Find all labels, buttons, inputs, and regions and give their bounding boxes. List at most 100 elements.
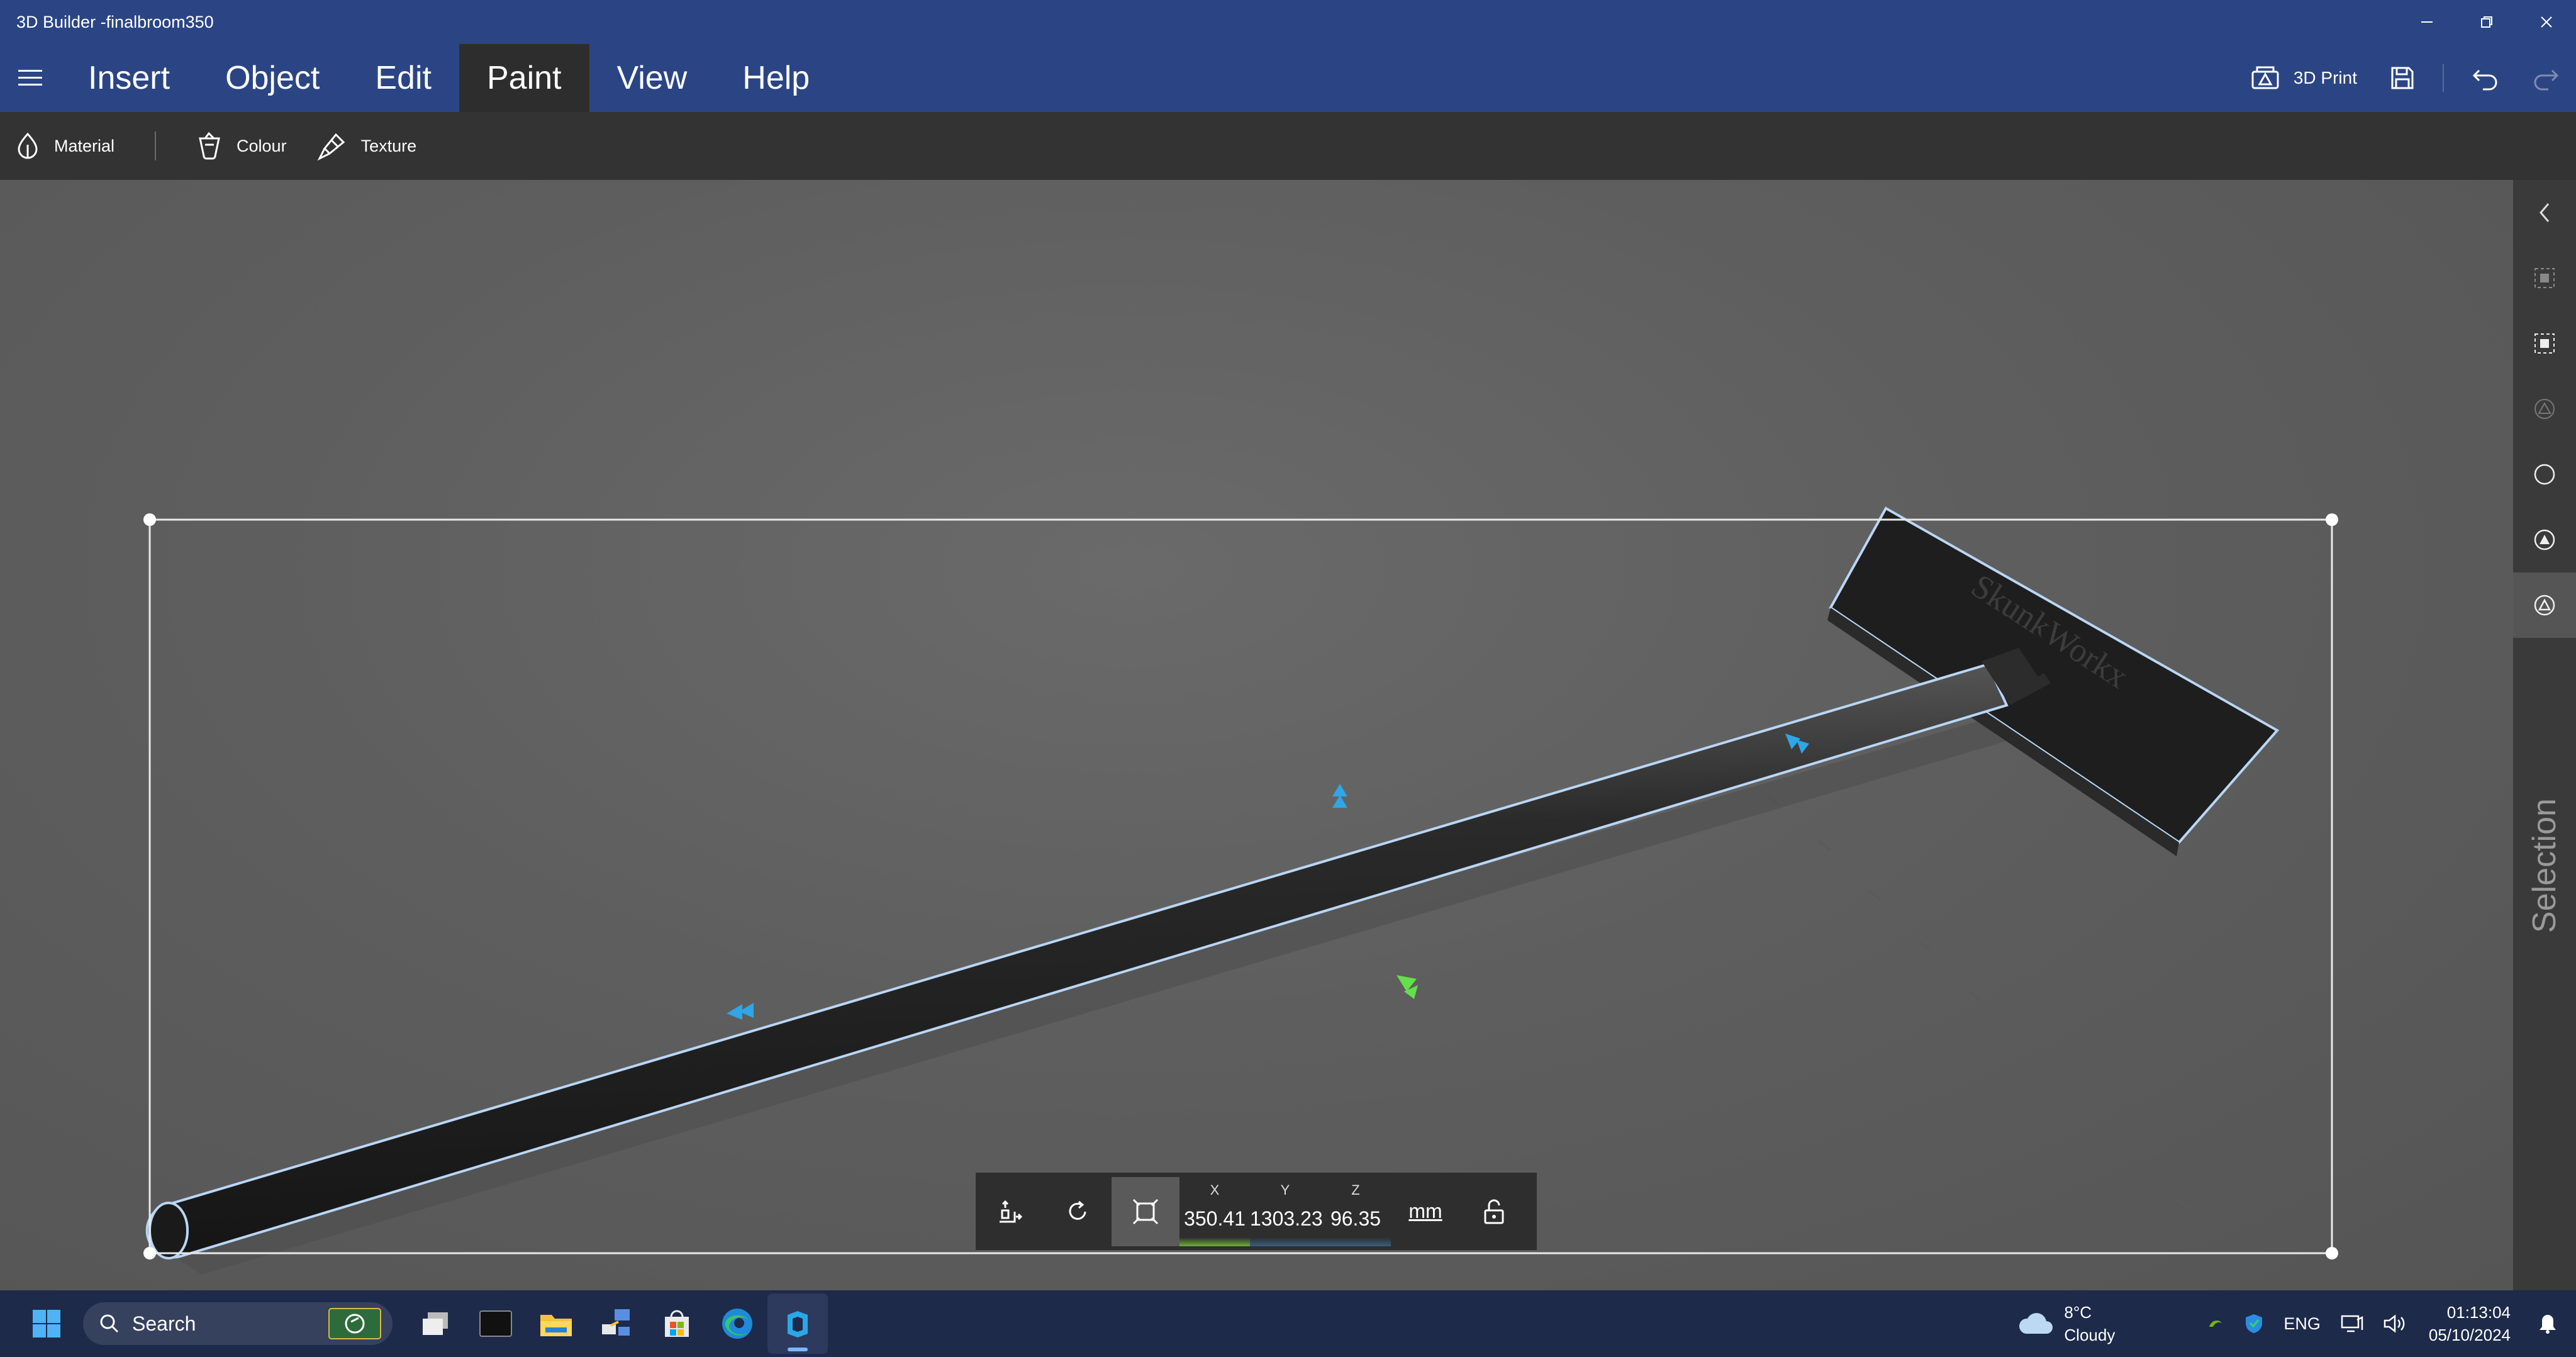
undo-button[interactable] [2455,44,2516,112]
window-controls [2397,0,2576,44]
clock-time: 01:13:04 [2446,1303,2511,1322]
chevron-left-icon[interactable] [2513,180,2576,245]
menu-object[interactable]: Object [198,44,347,112]
material-label: Material [54,136,115,155]
select-circle-icon[interactable] [2513,442,2576,507]
select-face-icon[interactable] [2513,507,2576,572]
3d-builder-taskbar-icon[interactable] [767,1293,828,1354]
network-icon[interactable] [2341,1314,2363,1334]
material-button[interactable]: Material [0,112,130,180]
rotate-gizmo-arrow-1[interactable] [727,1003,754,1020]
network-tool-icon[interactable] [586,1293,647,1354]
search-placeholder: Search [132,1312,196,1335]
scene-canvas[interactable]: SkunkWorkx [0,180,2513,1290]
notification-bell-icon[interactable] [2538,1313,2557,1334]
menu-help[interactable]: Help [715,44,837,112]
language-indicator[interactable]: ENG [2283,1314,2321,1334]
taskbar-search[interactable]: Search [83,1302,393,1345]
security-shield-icon[interactable] [2244,1313,2263,1334]
task-view-icon[interactable] [405,1293,466,1354]
search-icon [100,1314,119,1333]
selection-handle-bottom-right[interactable] [2326,1247,2338,1259]
dimension-x[interactable]: X 350.41 [1179,1177,1250,1246]
terminal-icon[interactable] [466,1293,526,1354]
dimension-x-bar [1179,1237,1250,1246]
menu-bar: Insert Object Edit Paint View Help 3D Pr… [0,44,2576,112]
title-bar: 3D Builder -finalbroom350 [0,0,2576,44]
menu-insert[interactable]: Insert [60,44,198,112]
select-triangle-icon[interactable] [2513,572,2576,638]
search-highlight-icon [328,1308,381,1339]
dimension-y-label: Y [1280,1181,1290,1198]
dimension-x-value[interactable]: 350.41 [1179,1207,1250,1231]
system-clock[interactable]: 01:13:04 05/10/2024 [2429,1301,2511,1346]
save-icon [2391,67,2414,89]
rotate-icon[interactable] [1044,1177,1112,1246]
volume-icon[interactable] [2384,1314,2406,1334]
selection-handle-top-left[interactable] [143,513,156,526]
save-button[interactable] [2373,44,2431,112]
dimension-y-value[interactable]: 1303.23 [1250,1207,1323,1231]
select-object-icon[interactable] [2513,245,2576,311]
restore-icon[interactable] [2456,0,2516,44]
paint-toolbar: Material Colour Texture [0,112,2576,180]
brush-icon [317,133,345,161]
rotate-gizmo-arrow-2[interactable] [1332,784,1347,808]
edge-icon[interactable] [707,1293,767,1354]
redo-button[interactable] [2516,44,2576,112]
rotate-gizmo-arrow-4[interactable] [1397,975,1418,999]
selection-side-panel: Selection [2513,180,2576,1290]
printer-icon [2251,66,2279,89]
3d-print-button[interactable]: 3D Print [2234,44,2373,112]
broom-handle[interactable] [145,633,2057,1259]
menu-edit[interactable]: Edit [347,44,459,112]
select-mesh-icon[interactable] [2513,376,2576,442]
close-icon[interactable] [2516,0,2576,44]
system-tray: 8°C Cloudy ENG 01:13:04 05/10/2024 [2017,1290,2576,1357]
weather-widget[interactable]: 8°C Cloudy [2017,1301,2115,1346]
selection-label-text: Selection [2526,798,2563,933]
dimension-z-value[interactable]: 96.35 [1320,1207,1391,1231]
broom-head[interactable]: SkunkWorkx [1827,506,2280,856]
selection-handle-bottom-left[interactable] [143,1247,156,1259]
hamburger-menu-icon[interactable] [0,44,60,112]
menu-divider [2443,64,2444,92]
store-icon[interactable] [647,1293,707,1354]
window-title: 3D Builder -finalbroom350 [16,12,214,31]
selection-panel-label: Selection [2522,784,2567,947]
scale-icon[interactable] [1112,1176,1179,1246]
start-icon[interactable] [16,1293,77,1354]
file-explorer-icon[interactable] [526,1293,586,1354]
active-app-indicator [788,1348,808,1351]
dimension-y[interactable]: Y 1303.23 [1250,1177,1323,1246]
weather-temperature: 8°C [2064,1303,2092,1322]
menu-paint[interactable]: Paint [459,44,589,112]
3d-print-label: 3D Print [2293,68,2357,87]
weather-condition: Cloudy [2064,1326,2116,1344]
dimension-x-label: X [1210,1181,1220,1198]
dimension-z-bar [1320,1237,1391,1246]
undo-icon [2472,69,2497,91]
colour-label: Colour [237,136,287,155]
clock-date: 05/10/2024 [2428,1326,2511,1344]
move-icon[interactable] [976,1177,1044,1246]
taskbar: Search 8°C Cloudy ENG 01:13:04 05/10/202… [0,1290,2576,1357]
3d-viewport[interactable]: SkunkWorkx [0,180,2513,1290]
unit-selector[interactable]: mm [1391,1200,1460,1223]
dimension-y-bar [1250,1237,1320,1246]
menu-actions: 3D Print [2234,44,2576,112]
dimension-z-label: Z [1351,1181,1360,1198]
lock-icon[interactable] [1460,1177,1528,1246]
colour-button[interactable]: Colour [181,112,302,180]
selection-handle-top-right[interactable] [2326,513,2338,526]
dimension-toolbar: X 350.41 Y 1303.23 Z 96.35 mm [976,1173,1537,1250]
menu-view[interactable]: View [589,44,715,112]
texture-button[interactable]: Texture [302,112,432,180]
material-icon [18,132,38,159]
texture-label: Texture [360,136,417,155]
dimension-z[interactable]: Z 96.35 [1320,1177,1391,1246]
nvidia-icon[interactable] [2207,1317,2225,1331]
minimize-icon[interactable] [2397,0,2456,44]
paint-bucket-icon [199,131,220,160]
select-group-icon[interactable] [2513,311,2576,376]
